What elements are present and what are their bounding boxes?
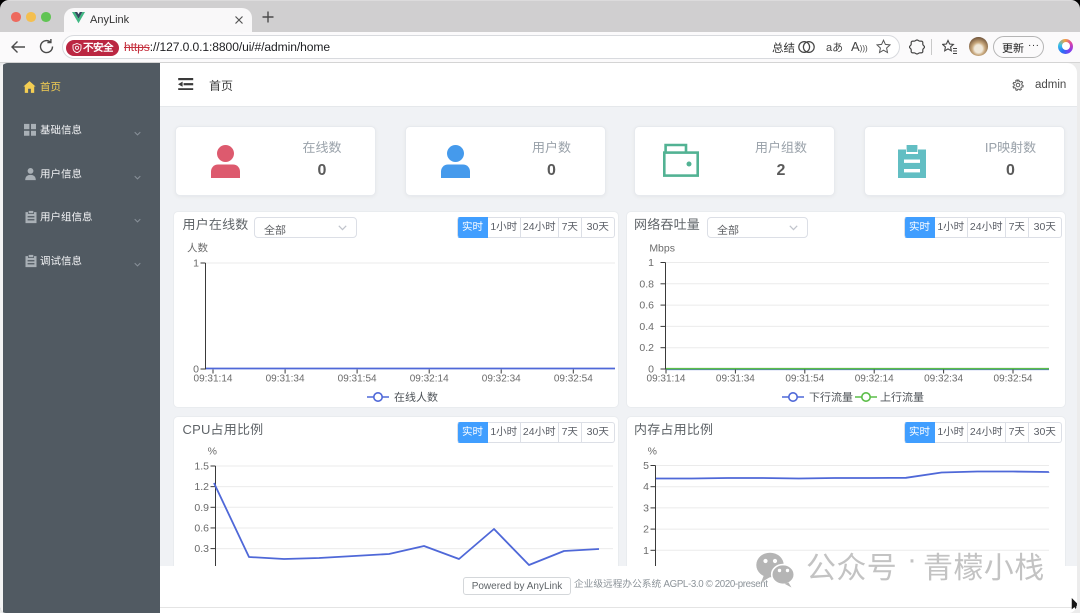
svg-text:0.9: 0.9: [194, 502, 209, 514]
svg-text:09:32:34: 09:32:34: [482, 374, 521, 385]
svg-text:4: 4: [643, 481, 649, 493]
svg-text:0.6: 0.6: [194, 522, 209, 534]
svg-text:09:32:54: 09:32:54: [554, 374, 593, 385]
svg-text:0.4: 0.4: [639, 321, 654, 333]
svg-text:%: %: [648, 446, 657, 458]
svg-text:1: 1: [648, 257, 654, 269]
svg-text:在线人数: 在线人数: [394, 391, 438, 404]
svg-text:09:32:14: 09:32:14: [410, 374, 449, 385]
svg-text:%: %: [208, 446, 217, 458]
svg-text:09:31:54: 09:31:54: [338, 374, 377, 385]
svg-text:09:31:34: 09:31:34: [266, 374, 305, 385]
svg-text:09:31:14: 09:31:14: [194, 374, 233, 385]
svg-text:0.8: 0.8: [639, 278, 654, 290]
svg-text:09:31:34: 09:31:34: [716, 374, 755, 385]
svg-text:1.5: 1.5: [194, 461, 209, 473]
svg-text:09:32:14: 09:32:14: [855, 374, 894, 385]
svg-text:1: 1: [193, 258, 199, 270]
svg-text:09:31:14: 09:31:14: [647, 374, 686, 385]
svg-text:1.2: 1.2: [194, 481, 209, 493]
svg-text:0.3: 0.3: [194, 543, 209, 555]
svg-text:下行流量: 下行流量: [809, 391, 853, 404]
svg-text:人数: 人数: [187, 243, 208, 255]
svg-text:5: 5: [643, 460, 649, 472]
svg-text:1: 1: [643, 545, 649, 557]
svg-text:0.2: 0.2: [639, 342, 654, 354]
svg-text:0.6: 0.6: [639, 300, 654, 312]
svg-text:3: 3: [643, 502, 649, 514]
svg-text:09:32:34: 09:32:34: [924, 374, 963, 385]
svg-text:2: 2: [643, 524, 649, 536]
svg-text:上行流量: 上行流量: [880, 391, 924, 404]
svg-text:09:31:54: 09:31:54: [785, 374, 824, 385]
svg-text:09:32:54: 09:32:54: [994, 374, 1033, 385]
svg-text:Mbps: Mbps: [649, 243, 675, 255]
